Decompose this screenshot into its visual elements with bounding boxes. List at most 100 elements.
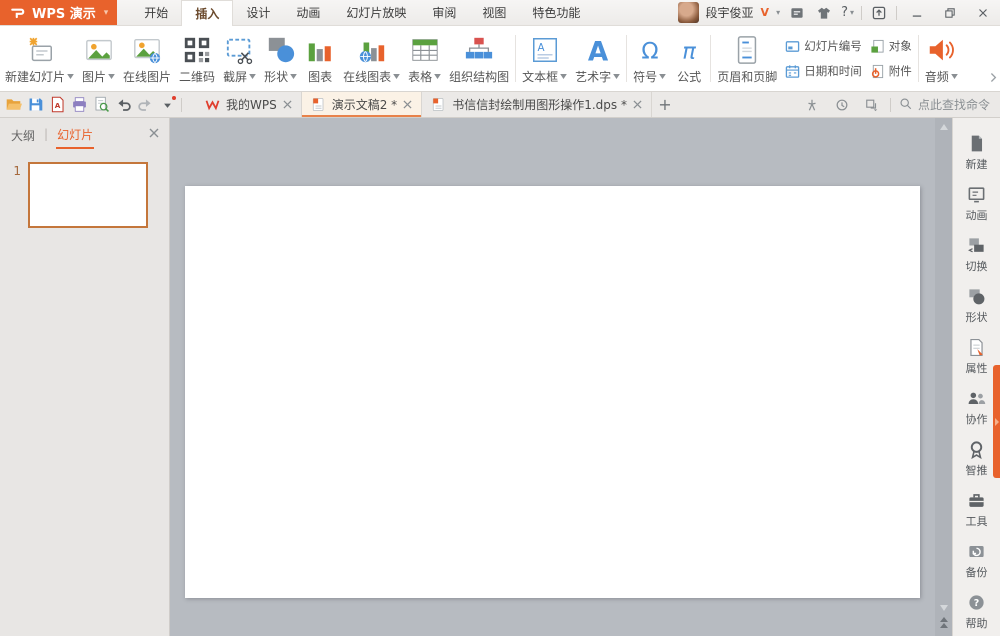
editing-canvas[interactable]: [170, 118, 952, 636]
qat-caret-button[interactable]: [157, 94, 178, 115]
user-dropdown-icon[interactable]: ▾: [776, 8, 780, 17]
redo-button[interactable]: [135, 94, 156, 115]
menu-tab-特色功能[interactable]: 特色功能: [519, 0, 593, 25]
scroll-down-icon[interactable]: [939, 605, 948, 611]
ribbon-small-group: 幻灯片编号日期和时间: [781, 26, 866, 91]
ribbon-button-label: 页眉和页脚: [717, 69, 778, 84]
sidebar-item-属性[interactable]: 属性: [966, 338, 988, 376]
ribbon-button-日期和时间[interactable]: 日期和时间: [785, 63, 862, 79]
ribbon-button-label: 二维码: [179, 69, 216, 84]
skin-icon[interactable]: [814, 3, 834, 23]
tab-slides[interactable]: 幻灯片: [56, 120, 95, 149]
help-menu[interactable]: ? ▾: [841, 3, 854, 23]
svg-text:A: A: [55, 101, 61, 110]
menu-tab-幻灯片放映[interactable]: 幻灯片放映: [333, 0, 419, 25]
help-caret-icon: ▾: [849, 8, 854, 17]
menu-tab-插入[interactable]: 插入: [181, 0, 234, 26]
tab-close-icon[interactable]: [633, 100, 642, 109]
ribbon-button-label: 图片: [82, 68, 115, 85]
minimize-button[interactable]: [904, 2, 930, 24]
menu-tab-审阅[interactable]: 审阅: [419, 0, 469, 25]
history-icon[interactable]: [832, 95, 852, 115]
sidebar-item-动画[interactable]: 动画: [966, 185, 988, 223]
ribbon-button-附件[interactable]: 附件: [870, 63, 912, 79]
sidebar-item-协作[interactable]: 协作: [966, 389, 988, 427]
dropdown-caret-icon: [67, 73, 74, 79]
ribbon-button-页眉和页脚[interactable]: 页眉和页脚: [713, 26, 781, 91]
scroll-up-icon[interactable]: [939, 124, 948, 130]
ribbon-button-在线图表[interactable]: 在线图表: [339, 26, 404, 91]
ribbon-divider: [626, 35, 628, 82]
previous-slide-button[interactable]: [939, 617, 948, 628]
sidebar-item-智推[interactable]: 智推: [966, 440, 988, 478]
ribbon-button-表格[interactable]: 表格: [404, 26, 445, 91]
new-tab-button[interactable]: +: [652, 92, 678, 117]
menu-tab-视图[interactable]: 视图: [469, 0, 519, 25]
titlebar-separator: [861, 5, 862, 20]
upload-icon[interactable]: [869, 3, 889, 23]
ribbon-button-音频[interactable]: 音频: [921, 26, 962, 91]
menu-tab-开始[interactable]: 开始: [131, 0, 181, 25]
menu-tab-设计[interactable]: 设计: [233, 0, 283, 25]
sidebar-item-切换[interactable]: 切换: [966, 236, 988, 274]
ribbon-button-幻灯片编号[interactable]: 幻灯片编号: [785, 38, 862, 54]
backup-icon: [967, 542, 986, 561]
workspace-icon[interactable]: [802, 95, 822, 115]
menu-tab-动画[interactable]: 动画: [283, 0, 333, 25]
message-icon[interactable]: [787, 3, 807, 23]
sidebar-item-形状[interactable]: 形状: [966, 287, 988, 325]
ribbon-button-符号[interactable]: Ω 符号: [629, 26, 670, 91]
ribbon-expand-button[interactable]: [989, 69, 999, 85]
save-button[interactable]: [25, 94, 46, 115]
vertical-scrollbar[interactable]: [935, 118, 952, 636]
ribbon-button-label: 符号: [633, 68, 667, 85]
side-panel-toggle[interactable]: [993, 365, 1000, 478]
app-logo[interactable]: WPS 演示 ▾: [0, 0, 118, 25]
slide-thumbnail[interactable]: [28, 162, 148, 228]
user-avatar[interactable]: [677, 2, 699, 23]
ribbon-button-二维码[interactable]: 二维码: [175, 26, 219, 91]
ribbon-button-对象[interactable]: 对象: [870, 38, 912, 54]
user-name[interactable]: 段宇俊亚: [706, 4, 754, 21]
ribbon-button-图表[interactable]: 图表: [301, 26, 339, 91]
doc-tab-2[interactable]: 演示文稿2 *: [301, 92, 423, 117]
ribbon-button-艺术字[interactable]: A 艺术字: [571, 26, 624, 91]
export-pdf-button[interactable]: A: [47, 94, 68, 115]
tab-list-icon[interactable]: [862, 95, 882, 115]
print-preview-button[interactable]: [91, 94, 112, 115]
sidebar-item-备份[interactable]: 备份: [966, 542, 988, 580]
open-folder-button[interactable]: [3, 94, 24, 115]
ribbon-button-在线图片[interactable]: 在线图片: [119, 26, 175, 91]
command-search[interactable]: 点此查找命令: [891, 92, 1000, 117]
ribbon-button-label: 在线图片: [123, 69, 172, 84]
sidebar-item-label: 备份: [965, 566, 988, 579]
ribbon-button-图片[interactable]: 图片: [78, 26, 119, 91]
ribbon-button-文本框[interactable]: A 文本框: [518, 26, 571, 91]
tab-outline[interactable]: 大纲: [10, 121, 36, 148]
ribbon-button-截屏[interactable]: 截屏: [219, 26, 260, 91]
undo-button[interactable]: [113, 94, 134, 115]
sidebar-item-帮助[interactable]: ? 帮助: [966, 593, 988, 631]
wps-logo-icon: [9, 4, 27, 22]
sidebar-item-label: 切换: [965, 260, 988, 273]
panel-close-icon[interactable]: [149, 127, 159, 142]
svg-text:π: π: [682, 38, 696, 64]
restore-button[interactable]: [937, 2, 963, 24]
slide-page[interactable]: [185, 186, 920, 598]
ribbon-divider: [917, 35, 919, 82]
ribbon-button-组织结构图[interactable]: 组织结构图: [445, 26, 513, 91]
menu-tab-label: 视图: [482, 6, 507, 20]
ribbon-button-形状[interactable]: 形状: [260, 26, 301, 91]
ribbon-button-公式[interactable]: π 公式: [670, 26, 708, 91]
tab-close-icon[interactable]: [283, 100, 292, 109]
tab-close-icon[interactable]: [403, 100, 412, 109]
close-button[interactable]: [970, 2, 996, 24]
print-button[interactable]: [69, 94, 90, 115]
doc-tab-1[interactable]: 我的WPS: [196, 92, 302, 117]
org-chart-icon: [464, 33, 494, 65]
doc-tab-3[interactable]: 书信信封绘制用图形操作1.dps *: [422, 92, 652, 117]
sidebar-item-工具[interactable]: 工具: [966, 491, 988, 529]
ppt-doc-icon: [311, 97, 326, 112]
ribbon-button-新建幻灯片[interactable]: 新建幻灯片: [1, 26, 78, 91]
sidebar-item-新建[interactable]: 新建: [966, 134, 988, 172]
